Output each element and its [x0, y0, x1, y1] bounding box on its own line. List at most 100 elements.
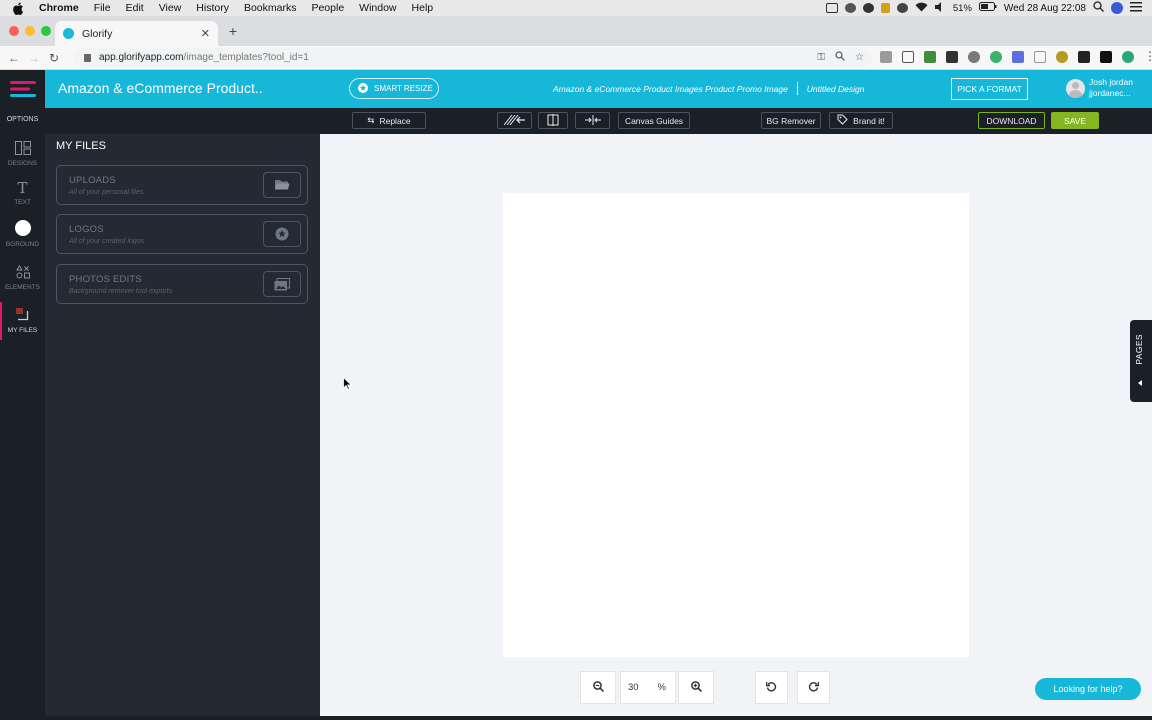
close-tab-icon[interactable]: ✕: [201, 27, 210, 40]
chrome-menu-icon[interactable]: ⋮: [1144, 50, 1152, 63]
uploads-card[interactable]: UPLOADS All of your personal files: [56, 165, 308, 205]
browser-tab[interactable]: Glorify ✕: [55, 21, 218, 46]
grammar-extension-icon[interactable]: [946, 51, 958, 63]
pages-label: PAGES: [1134, 334, 1144, 365]
design-canvas[interactable]: [503, 193, 969, 657]
sidebar-item-label: BGROUND: [5, 241, 40, 248]
forward-icon[interactable]: →: [24, 51, 44, 65]
transparency-button[interactable]: [497, 112, 532, 129]
bg-remover-button[interactable]: BG Remover: [761, 112, 821, 129]
maximize-window-icon[interactable]: [41, 26, 51, 36]
background-color-icon: [0, 220, 45, 238]
undo-icon: [765, 681, 777, 695]
record-icon[interactable]: [862, 3, 874, 13]
address-bar[interactable]: app.glorifyapp.com/image_templates?tool_…: [74, 48, 872, 67]
avatar[interactable]: [1066, 78, 1085, 98]
extension-icons: ⋮: [880, 50, 1152, 63]
undo-button[interactable]: [755, 671, 788, 704]
canvas-guides-button[interactable]: Canvas Guides: [618, 112, 690, 129]
card-subtitle: All of your created logos: [69, 238, 145, 245]
logos-card[interactable]: LOGOS All of your created logos: [56, 214, 308, 254]
user-menu[interactable]: Josh jordan jjordanec...: [1066, 77, 1133, 99]
menu-app-name[interactable]: Chrome: [39, 2, 79, 14]
sidebar-item-elements[interactable]: ELEMENTS: [0, 265, 45, 291]
battery-icon[interactable]: [978, 2, 997, 14]
close-window-icon[interactable]: [9, 26, 19, 36]
new-tab-icon[interactable]: +: [224, 23, 242, 41]
pick-format-button[interactable]: PICK A FORMAT: [951, 78, 1028, 100]
wifi-icon[interactable]: [915, 2, 928, 15]
screenshot-extension-icon[interactable]: [902, 51, 914, 63]
glorify-logo[interactable]: [0, 70, 45, 108]
zoom-level-field[interactable]: 30 %: [620, 671, 676, 704]
note-icon[interactable]: [880, 3, 890, 13]
zoom-out-button[interactable]: [580, 671, 616, 704]
sidebar-options[interactable]: OPTIONS: [0, 116, 45, 123]
purple-extension-icon[interactable]: [1012, 51, 1024, 63]
user-handle: jjordanec...: [1089, 88, 1131, 98]
sidebar-item-background[interactable]: BGROUND: [0, 220, 45, 248]
apple-icon[interactable]: [13, 2, 27, 15]
bookmark-star-icon[interactable]: ☆: [855, 52, 864, 63]
minimize-window-icon[interactable]: [25, 26, 35, 36]
menu-bookmarks[interactable]: Bookmarks: [244, 2, 297, 14]
menu-edit[interactable]: Edit: [126, 2, 144, 14]
redo-button[interactable]: [797, 671, 830, 704]
menu-people[interactable]: People: [311, 2, 344, 14]
volume-icon[interactable]: [934, 1, 946, 15]
vpn-extension-icon[interactable]: [924, 51, 936, 63]
reload-icon[interactable]: ↻: [44, 51, 64, 65]
clock-icon[interactable]: [896, 3, 908, 13]
pages-panel-toggle[interactable]: PAGES: [1130, 320, 1152, 402]
profile-icon[interactable]: [1122, 51, 1134, 63]
lock-icon[interactable]: [84, 53, 91, 62]
download-button[interactable]: DOWNLOAD: [978, 112, 1045, 129]
save-button[interactable]: SAVE: [1051, 112, 1099, 129]
elements-icon: [0, 265, 45, 281]
star-icon: [358, 82, 368, 95]
zoom-in-icon: [690, 680, 702, 695]
card-title: UPLOADS: [69, 175, 116, 186]
zoom-page-icon[interactable]: [835, 51, 845, 64]
active-indicator: [0, 302, 2, 340]
sidebar-item-text[interactable]: T TEXT: [0, 181, 45, 207]
card-title: PHOTOS EDITS: [69, 274, 142, 285]
design-meta: Amazon & eCommerce Product Images Produc…: [553, 82, 864, 95]
replace-button[interactable]: ⇆ Replace: [352, 112, 426, 129]
design-meta-divider: [796, 82, 798, 95]
menu-help[interactable]: Help: [412, 2, 434, 14]
screen-mirror-icon[interactable]: [825, 3, 838, 13]
feedly-extension-icon[interactable]: [968, 51, 980, 63]
align-button[interactable]: [575, 112, 610, 129]
flip-button[interactable]: [538, 112, 568, 129]
sidebar-item-my-files[interactable]: MY FILES: [0, 302, 45, 340]
gold-extension-icon[interactable]: [1056, 51, 1068, 63]
camera-extension-icon[interactable]: [880, 51, 892, 63]
zoom-in-button[interactable]: [678, 671, 714, 704]
box-extension-icon[interactable]: [1034, 51, 1046, 63]
menu-history[interactable]: History: [196, 2, 229, 14]
project-title[interactable]: Amazon & eCommerce Product..: [58, 80, 263, 96]
menu-view[interactable]: View: [159, 2, 182, 14]
sidebar-item-designs[interactable]: DESIGNS: [0, 141, 45, 167]
spotlight-icon[interactable]: [1093, 1, 1104, 15]
back-icon[interactable]: ←: [4, 51, 24, 65]
dark-extension-icon[interactable]: [1078, 51, 1090, 63]
card-subtitle: All of your personal files: [69, 189, 144, 196]
photo-edits-card[interactable]: PHOTOS EDITS Background remover tool exp…: [56, 264, 308, 304]
we-extension-icon[interactable]: [1100, 51, 1112, 63]
editor-toolbar: ⇆ Replace Canvas Guides BG Remover Brand…: [45, 108, 1152, 134]
green-extension-icon[interactable]: [990, 51, 1002, 63]
brand-it-button[interactable]: Brand it!: [829, 112, 893, 129]
siri-icon[interactable]: [1111, 2, 1123, 14]
status-area: 51% Wed 28 Aug 22:08: [825, 0, 1142, 16]
menu-window[interactable]: Window: [359, 2, 396, 14]
help-button[interactable]: Looking for help?: [1035, 678, 1141, 700]
menu-file[interactable]: File: [94, 2, 111, 14]
extension-status-icon[interactable]: [844, 3, 856, 13]
clock-text[interactable]: Wed 28 Aug 22:08: [1004, 3, 1086, 14]
design-name[interactable]: Untitled Design: [807, 84, 865, 94]
key-icon[interactable]: ⚿: [817, 52, 825, 63]
notification-center-icon[interactable]: [1130, 1, 1142, 15]
smart-resize-button[interactable]: SMART RESIZE: [349, 78, 439, 99]
